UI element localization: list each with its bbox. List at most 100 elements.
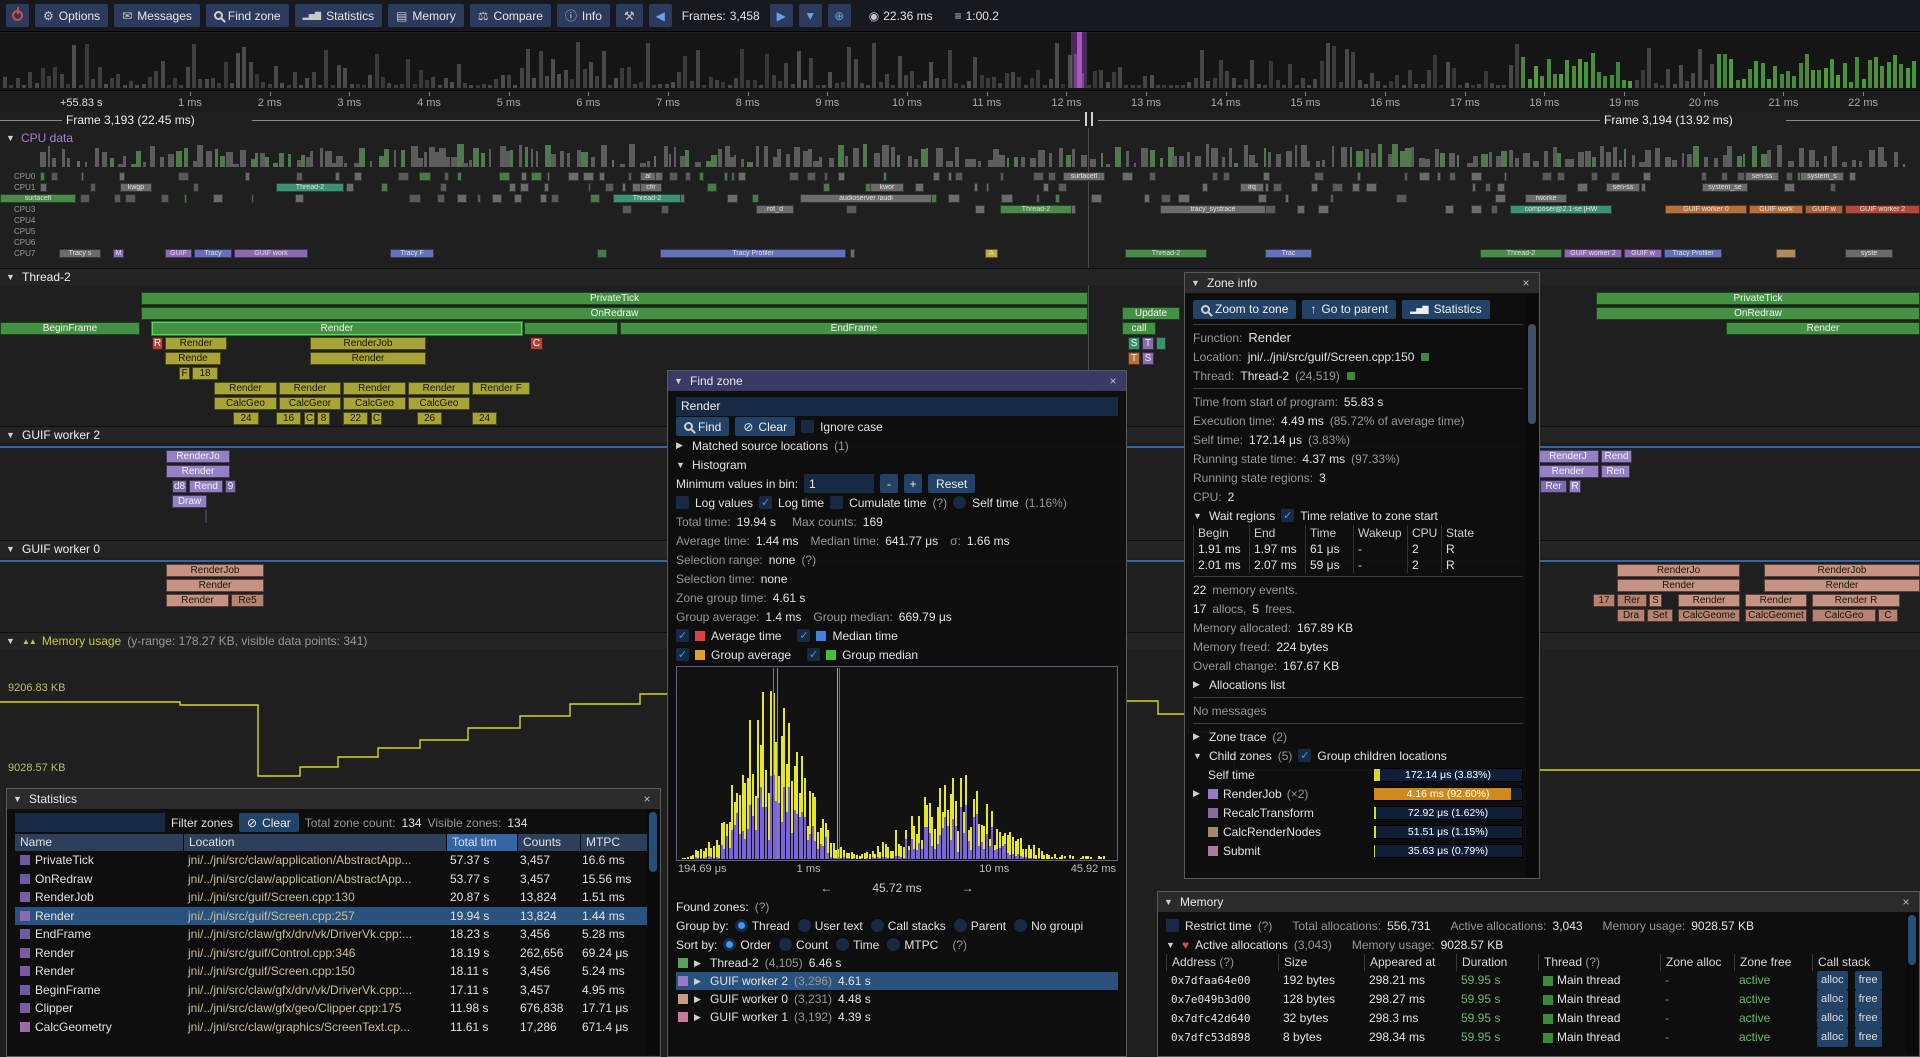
column-header-size[interactable]: Size: [1278, 954, 1364, 971]
timeline-zone[interactable]: call: [1122, 322, 1156, 335]
focus-frame-button[interactable]: ⊕: [828, 4, 851, 27]
timeline-zone[interactable]: Render: [310, 352, 426, 365]
self-time-radio[interactable]: [953, 496, 966, 509]
timeline-zone[interactable]: Rende: [165, 352, 221, 365]
timeline-zone[interactable]: CalcGeome: [1678, 609, 1740, 622]
timeline-zone[interactable]: RenderJob: [310, 337, 426, 350]
zoom-to-zone-button[interactable]: Zoom to zone: [1193, 300, 1296, 319]
histogram-plot[interactable]: [676, 666, 1118, 861]
filter-zones-input[interactable]: [15, 813, 165, 832]
timeline-zone[interactable]: Re5: [231, 594, 264, 607]
allocation-row[interactable]: 0x7dfc42d64032 bytes298.3 ms59.95 sMain …: [1166, 1009, 1911, 1028]
found-zone-group[interactable]: ▶GUIF worker 0(3,231)4.48 s: [676, 990, 1118, 1008]
restrict-time-checkbox[interactable]: [1166, 919, 1179, 932]
wait-column-time[interactable]: Time: [1305, 525, 1353, 541]
free-callstack-button[interactable]: free: [1855, 1028, 1882, 1047]
timeline-zone[interactable]: RenderJob: [166, 564, 264, 577]
child-zone-row[interactable]: RecalcTransform72.92 μs (1.62%): [1193, 803, 1523, 822]
log-values-checkbox[interactable]: [676, 496, 689, 509]
source-button[interactable]: [1420, 352, 1430, 362]
timeline-zone[interactable]: [205, 510, 207, 523]
wait-column-end[interactable]: End: [1249, 525, 1305, 541]
timeline-zone[interactable]: T: [1128, 352, 1140, 365]
column-header-counts[interactable]: Counts: [518, 834, 580, 851]
stats-table-row[interactable]: RenderJobjni/../jni/src/guif/Screen.cpp:…: [15, 888, 652, 907]
timeline-zone[interactable]: CalcGeo: [408, 397, 470, 410]
column-header-appeared-at[interactable]: Appeared at: [1364, 954, 1456, 971]
cumulate-time-checkbox[interactable]: [830, 496, 843, 509]
scrollbar-thumb[interactable]: [1528, 324, 1536, 424]
scrollbar[interactable]: [647, 810, 659, 1055]
child-zone-row[interactable]: Self time172.14 μs (3.83%): [1193, 765, 1523, 784]
found-zone-group[interactable]: ▶GUIF worker 1(3,192)4.39 s: [676, 1008, 1118, 1026]
timeline-zone[interactable]: R: [152, 337, 163, 350]
info-button[interactable]: ⓘInfo: [557, 4, 610, 27]
timeline-zone[interactable]: C: [530, 337, 543, 350]
compare-button[interactable]: ⚖Compare: [470, 4, 551, 27]
close-icon[interactable]: ×: [1106, 374, 1120, 388]
timeline-zone[interactable]: Render: [166, 594, 229, 607]
timeline-zone[interactable]: 16: [276, 412, 301, 425]
legend-checkbox[interactable]: ✓: [676, 629, 689, 642]
collapse-arrow-icon[interactable]: ▶: [1193, 788, 1203, 799]
timeline-zone[interactable]: Render: [1726, 322, 1920, 335]
timeline-zone[interactable]: Render: [408, 382, 470, 395]
legend-checkbox[interactable]: ✓: [807, 648, 820, 661]
timeline-zone[interactable]: Rer: [1540, 480, 1567, 493]
timeline-zone[interactable]: 18: [192, 367, 218, 380]
group-children-checkbox[interactable]: ✓: [1298, 749, 1311, 762]
zone-trace-section[interactable]: ▶ Zone trace (2): [1193, 727, 1523, 746]
timeline-zone[interactable]: Set: [1647, 609, 1673, 622]
column-header-zone-alloc[interactable]: Zone alloc: [1660, 954, 1734, 971]
close-icon[interactable]: ×: [1519, 276, 1533, 290]
timeline-zone[interactable]: PrivateTick: [1596, 292, 1920, 305]
column-header-thread[interactable]: Thread (?): [1538, 954, 1660, 971]
active-allocations-section[interactable]: ▼ ♥ Active allocations (3,043) Memory us…: [1166, 935, 1911, 954]
timeline-zone[interactable]: RenderJo: [166, 450, 230, 463]
options-button[interactable]: ⚙Options: [35, 4, 108, 27]
stats-table-row[interactable]: BeginFramejni/../jni/src/claw/gfx/drv/vk…: [15, 981, 652, 1000]
column-header-call-stack[interactable]: Call stack: [1812, 954, 1911, 971]
group-by-no-groupi[interactable]: No groupi: [1014, 919, 1083, 933]
timeline-zone[interactable]: Render: [1617, 579, 1740, 592]
column-header-zone-free[interactable]: Zone free: [1734, 954, 1812, 971]
timeline-zone[interactable]: Render: [166, 579, 264, 592]
timeline-zone[interactable]: Render: [165, 337, 227, 350]
reset-button[interactable]: Reset: [928, 474, 975, 493]
group-by-call-stacks[interactable]: Call stacks: [871, 919, 946, 933]
timeline-zone[interactable]: Render: [1537, 465, 1599, 478]
goto-frame-button[interactable]: ▼: [799, 4, 822, 27]
alloc-callstack-button[interactable]: alloc: [1817, 971, 1848, 990]
allocation-row[interactable]: 0x7dfc53d8988 bytes298.34 ms59.95 sMain …: [1166, 1028, 1911, 1047]
prev-frame-button[interactable]: ◀: [649, 4, 672, 27]
timeline-zone[interactable]: F: [179, 367, 190, 380]
timeline-zone[interactable]: RenderJ: [1537, 450, 1599, 463]
alloc-callstack-button[interactable]: alloc: [1817, 1028, 1848, 1047]
timeline-zone[interactable]: CalcGeo: [343, 397, 406, 410]
wait-regions-section[interactable]: ▼ Wait regions ✓ Time relative to zone s…: [1193, 506, 1523, 525]
timeline-zone[interactable]: T: [1142, 337, 1154, 350]
group-by-thread[interactable]: Thread: [735, 919, 790, 933]
clear-filter-button[interactable]: ⊘ Clear: [239, 813, 299, 832]
histogram-section[interactable]: ▼ Histogram: [676, 455, 1118, 474]
scrollbar[interactable]: [1906, 913, 1918, 1055]
timeline-zone[interactable]: Update: [1122, 307, 1180, 320]
messages-button[interactable]: ✉Messages: [114, 4, 200, 27]
scrollbar-thumb[interactable]: [649, 812, 657, 872]
stats-table-row[interactable]: OnRedrawjni/../jni/src/claw/application/…: [15, 870, 652, 889]
free-callstack-button[interactable]: free: [1855, 1009, 1882, 1028]
legend-checkbox[interactable]: ✓: [676, 648, 689, 661]
timeline-zone[interactable]: Render R: [1812, 594, 1900, 607]
timeline-zone[interactable]: OnRedraw: [1596, 307, 1920, 320]
find-button[interactable]: Find: [676, 417, 729, 436]
timeline-zone[interactable]: S: [1649, 594, 1662, 607]
ignore-case-checkbox[interactable]: [801, 420, 814, 433]
stats-table-row[interactable]: Renderjni/../jni/src/guif/Control.cpp:34…: [15, 944, 652, 963]
sort-by-order[interactable]: Order: [723, 938, 771, 952]
column-header-duration[interactable]: Duration: [1456, 954, 1538, 971]
timeline-zone[interactable]: PrivateTick: [141, 292, 1088, 305]
column-header-location[interactable]: Location: [184, 834, 446, 851]
min-bin-input[interactable]: [804, 474, 874, 493]
log-time-checkbox[interactable]: ✓: [759, 496, 772, 509]
timeline-zone[interactable]: Render: [166, 465, 230, 478]
